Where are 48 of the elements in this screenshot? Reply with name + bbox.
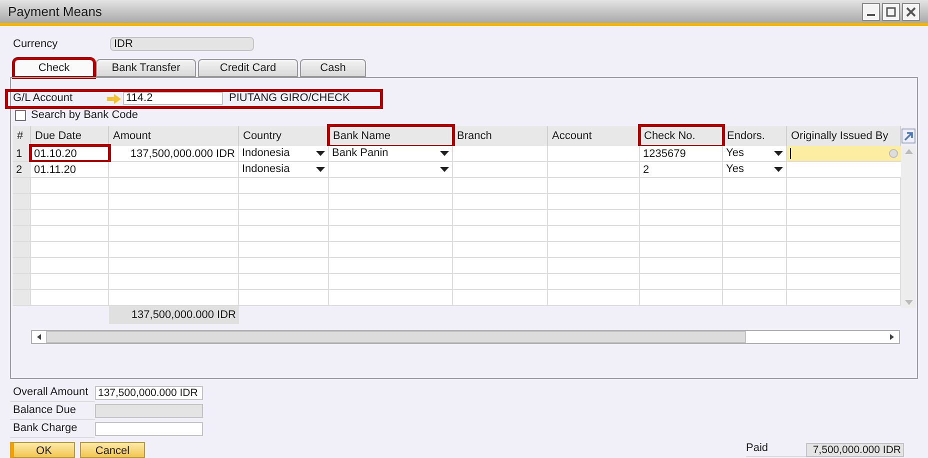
table-cell: 137,500,000.000 IDR <box>109 146 239 160</box>
dropdown-cell[interactable]: Indonesia <box>239 162 329 176</box>
dropdown-arrow-icon[interactable] <box>440 166 449 172</box>
dropdown-arrow-icon[interactable] <box>774 150 783 156</box>
column-header: Due Date <box>31 126 109 146</box>
tab[interactable]: Credit Card <box>198 58 298 76</box>
dropdown-arrow-icon[interactable] <box>440 150 449 156</box>
dropdown-arrow-icon[interactable] <box>316 166 325 172</box>
tab[interactable]: Cash <box>300 58 366 76</box>
gl-account-label: G/L Account <box>13 91 74 106</box>
checkbox-label: Search by Bank Code <box>31 108 138 124</box>
horizontal-scrollbar[interactable] <box>31 330 900 344</box>
minimize-button[interactable] <box>862 2 880 20</box>
ok-button[interactable]: OK <box>10 442 75 458</box>
dropdown-arrow-icon[interactable] <box>774 166 783 172</box>
paid-field: 7,500,000.000 IDR <box>806 443 904 457</box>
maximize-button[interactable] <box>882 2 900 20</box>
checkbox[interactable] <box>15 110 26 121</box>
currency-field: IDR <box>110 37 254 52</box>
column-header: Bank Name <box>329 126 453 146</box>
table-cell: 01.10.20 <box>31 146 109 160</box>
tab[interactable]: Bank Transfer <box>96 58 196 76</box>
minimize-icon <box>866 14 876 16</box>
gl-account-field[interactable]: 114.2 <box>123 92 223 105</box>
tab[interactable]: Check <box>14 58 94 76</box>
cancel-button[interactable]: Cancel <box>80 442 145 458</box>
text-cursor <box>790 148 791 158</box>
expand-icon[interactable] <box>901 128 916 144</box>
amount-total: 137,500,000.000 IDR <box>109 306 239 324</box>
scroll-thumb[interactable] <box>46 330 746 342</box>
dropdown-cell[interactable]: Indonesia <box>239 146 329 160</box>
close-button[interactable] <box>902 2 920 20</box>
bank-charge-field[interactable] <box>95 422 203 436</box>
maximize-icon <box>886 6 896 16</box>
dropdown-cell[interactable]: Yes <box>723 162 787 176</box>
table-cell: 1235679 <box>640 146 723 160</box>
dropdown-arrow-icon[interactable] <box>316 150 325 156</box>
table-cell: 2 <box>640 162 723 176</box>
window-title: Payment Means <box>8 2 102 21</box>
gl-account-name: PIUTANG GIRO/CHECK <box>229 91 350 106</box>
currency-label: Currency <box>12 37 59 52</box>
row-number[interactable]: 2 <box>13 162 31 176</box>
active-table-cell[interactable] <box>787 146 901 160</box>
column-header: Check No. <box>640 126 723 146</box>
dropdown-cell[interactable]: Bank Panin <box>329 146 453 160</box>
overall-amount-field[interactable]: 137,500,000.000 IDR <box>95 386 203 400</box>
table-cell: 01.11.20 <box>31 162 109 176</box>
close-icon <box>906 6 916 16</box>
